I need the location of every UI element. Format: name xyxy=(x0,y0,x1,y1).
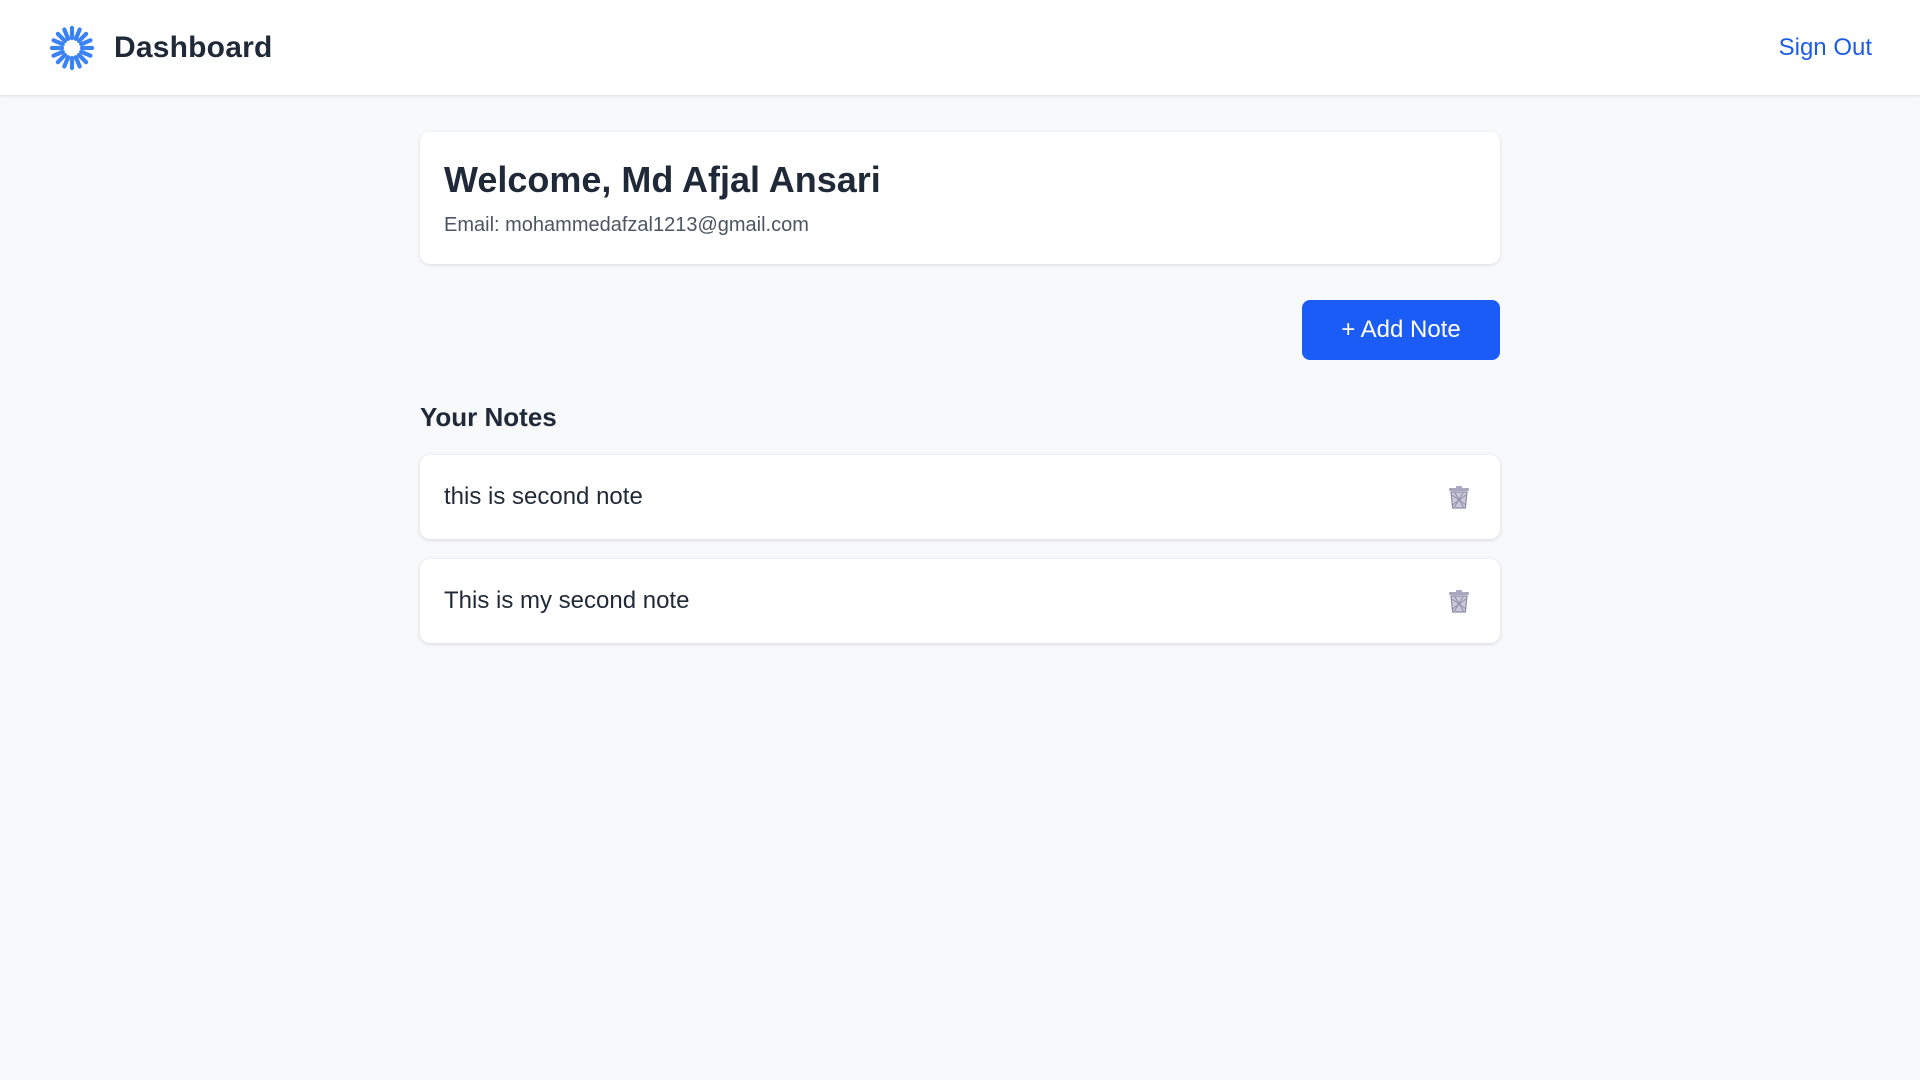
trash-icon[interactable] xyxy=(1446,588,1472,614)
note-text: This is my second note xyxy=(444,587,690,614)
notes-list: this is second note This is my second no… xyxy=(420,455,1500,643)
trash-icon[interactable] xyxy=(1446,484,1472,510)
notes-section-title: Your Notes xyxy=(420,402,557,432)
add-note-button[interactable]: + Add Note xyxy=(1302,300,1500,360)
spinner-sun-icon xyxy=(49,25,95,70)
actions-row: + Add Note xyxy=(420,300,1500,360)
welcome-card: Welcome, Md Afjal Ansari Email: mohammed… xyxy=(420,132,1500,264)
brand: Dashboard xyxy=(48,24,273,72)
dashboard-main: Welcome, Md Afjal Ansari Email: mohammed… xyxy=(420,132,1500,663)
page-title: Dashboard xyxy=(114,30,273,64)
welcome-heading: Welcome, Md Afjal Ansari xyxy=(444,159,881,200)
note-item: This is my second note xyxy=(420,559,1500,643)
note-text: this is second note xyxy=(444,483,643,510)
top-bar: Dashboard Sign Out xyxy=(0,0,1920,95)
sign-out-link[interactable]: Sign Out xyxy=(1779,34,1872,62)
note-item: this is second note xyxy=(420,455,1500,539)
user-email: Email: mohammedafzal1213@gmail.com xyxy=(444,213,809,236)
